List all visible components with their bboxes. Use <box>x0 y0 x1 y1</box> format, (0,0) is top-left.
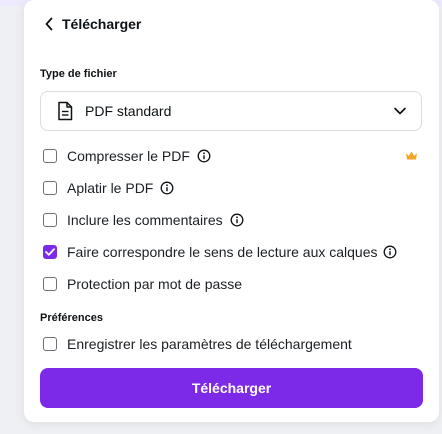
flatten-pdf-checkbox[interactable] <box>43 181 57 195</box>
panel-title: Télécharger <box>62 16 142 32</box>
option-label: Aplatir le PDF <box>67 180 154 196</box>
preferences-label: Préférences <box>40 312 103 324</box>
info-icon[interactable] <box>230 213 244 227</box>
option-password-protection[interactable]: Protection par mot de passe <box>43 274 242 294</box>
checkmark-icon <box>45 248 55 256</box>
option-reading-order-layers[interactable]: Faire correspondre le sens de lecture au… <box>43 242 397 262</box>
download-button[interactable]: Télécharger <box>40 368 423 408</box>
option-compress-pdf[interactable]: Compresser le PDF <box>43 146 211 166</box>
option-label: Compresser le PDF <box>67 148 190 164</box>
file-type-value: PDF standard <box>85 103 172 119</box>
option-flatten-pdf[interactable]: Aplatir le PDF <box>43 178 174 198</box>
save-settings-checkbox[interactable] <box>43 337 57 351</box>
chevron-left-icon <box>45 17 53 31</box>
option-save-settings[interactable]: Enregistrer les paramètres de télécharge… <box>43 334 352 354</box>
reading-order-checkbox[interactable] <box>43 245 57 259</box>
document-icon <box>58 101 73 121</box>
include-comments-checkbox[interactable] <box>43 213 57 227</box>
crown-icon <box>406 151 417 160</box>
info-icon[interactable] <box>160 181 174 195</box>
compress-pdf-checkbox[interactable] <box>43 149 57 163</box>
option-label: Inclure les commentaires <box>67 212 223 228</box>
back-button[interactable]: Télécharger <box>44 16 141 32</box>
option-label: Enregistrer les paramètres de télécharge… <box>67 336 352 352</box>
option-label: Protection par mot de passe <box>67 276 243 292</box>
file-type-select[interactable]: PDF standard <box>40 91 422 131</box>
file-type-label: Type de fichier <box>40 68 117 80</box>
info-icon[interactable] <box>197 149 211 163</box>
password-protection-checkbox[interactable] <box>43 277 57 291</box>
chevron-down-icon <box>394 107 406 115</box>
option-label: Faire correspondre le sens de lecture au… <box>67 244 378 260</box>
panel-header: Télécharger <box>44 14 141 34</box>
option-include-comments[interactable]: Inclure les commentaires <box>43 210 244 230</box>
info-icon[interactable] <box>383 245 397 259</box>
